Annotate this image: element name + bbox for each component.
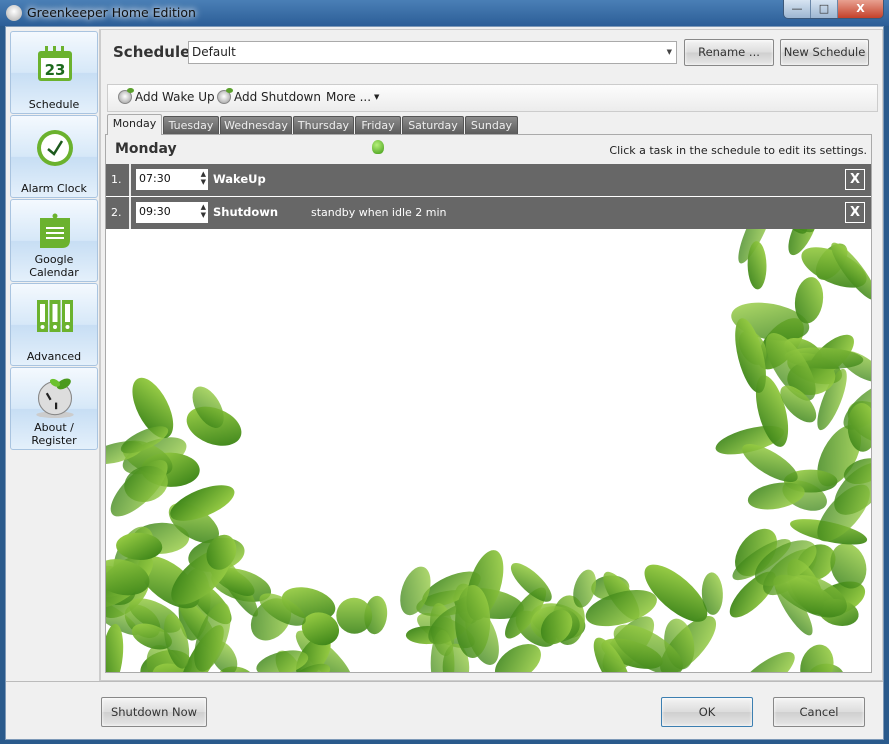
sidebar-item-schedule[interactable]: 23 Schedule (10, 31, 98, 114)
chevron-down-icon: ▼ (374, 93, 380, 101)
clock-icon (37, 130, 73, 166)
tab-monday[interactable]: Monday (107, 114, 162, 135)
sidebar-label: Schedule (28, 98, 80, 111)
new-schedule-button[interactable]: New Schedule (780, 39, 869, 66)
hint-text: Click a task in the schedule to edit its… (609, 144, 867, 157)
task-row[interactable]: 2. 09:30 ▲ ▼ Shutdown standby when idle 2 … (106, 197, 871, 229)
more-label: More ... (326, 90, 372, 104)
tab-thursday[interactable]: Thursday (293, 116, 354, 134)
tab-friday[interactable]: Friday (355, 116, 401, 134)
sidebar-item-alarm-clock[interactable]: Alarm Clock (10, 115, 98, 198)
task-row[interactable]: 1. 07:30 ▲ ▼ WakeUp X (106, 164, 871, 196)
sidebar: 23 Schedule Alarm Clock Google Calendar … (8, 29, 100, 681)
clock-icon (217, 88, 233, 104)
leaf (830, 543, 867, 589)
sidebar-label: Alarm Clock (21, 182, 87, 195)
tab-saturday[interactable]: Saturday (402, 116, 464, 134)
time-value: 09:30 (139, 205, 171, 218)
title-bar: Greenkeeper Home Edition — □ X (0, 0, 889, 26)
add-shutdown-button[interactable]: Add Shutdown (217, 88, 321, 104)
cancel-button[interactable]: Cancel (773, 697, 865, 727)
leaf (455, 584, 491, 658)
power-plug-icon (36, 378, 74, 418)
add-wakeup-label: Add Wake Up (135, 90, 215, 104)
spinner-icon[interactable]: ▲ ▼ (201, 203, 206, 219)
day-heading: Monday (115, 141, 177, 157)
leaf (800, 644, 834, 672)
schedule-label: Schedule (113, 43, 191, 61)
sidebar-item-advanced[interactable]: Advanced (10, 283, 98, 366)
maximize-button[interactable]: □ (811, 0, 838, 18)
sidebar-label: About / Register (31, 421, 77, 447)
remove-task-button[interactable]: X (845, 169, 865, 190)
ok-button[interactable]: OK (661, 697, 753, 727)
leaves-background (106, 200, 871, 672)
task-name: Shutdown (213, 205, 279, 219)
more-button[interactable]: More ... ▼ (326, 90, 379, 104)
tab-wednesday[interactable]: Wednesday (220, 116, 292, 134)
tab-tuesday[interactable]: Tuesday (163, 116, 219, 134)
time-value: 07:30 (139, 172, 171, 185)
minimize-button[interactable]: — (784, 0, 811, 18)
calendar-icon: 23 (38, 46, 72, 81)
sidebar-label: Advanced (26, 350, 82, 363)
app-icon (6, 5, 22, 21)
binders-icon (37, 300, 73, 332)
schedule-select[interactable]: Default ▼ (188, 41, 677, 64)
schedule-select-value: Default (192, 45, 236, 59)
client-area: 23 Schedule Alarm Clock Google Calendar … (5, 26, 884, 740)
remove-task-button[interactable]: X (845, 202, 865, 223)
row-number: 2. (106, 197, 131, 229)
task-name: WakeUp (213, 172, 266, 186)
add-wakeup-button[interactable]: Add Wake Up (118, 88, 215, 104)
leaf (747, 241, 767, 290)
lightbulb-icon (372, 140, 384, 154)
window-title: Greenkeeper Home Edition (27, 5, 196, 20)
task-detail: standby when idle 2 min (311, 206, 447, 219)
schedule-panel: Monday Click a task in the schedule to e… (105, 134, 872, 673)
time-input[interactable]: 09:30 ▲ ▼ (136, 202, 208, 223)
row-number: 1. (106, 164, 131, 196)
add-shutdown-label: Add Shutdown (234, 90, 321, 104)
rename-button[interactable]: Rename ... (684, 39, 774, 66)
toolbar: Add Wake Up Add Shutdown More ... ▼ (107, 84, 878, 112)
sidebar-label: Google Calendar (29, 253, 79, 279)
close-button[interactable]: X (838, 0, 883, 18)
main-panel: Schedule Default ▼ Rename ... New Schedul… (100, 29, 883, 681)
sidebar-item-google-calendar[interactable]: Google Calendar (10, 199, 98, 282)
leaf (734, 652, 795, 672)
time-input[interactable]: 07:30 ▲ ▼ (136, 169, 208, 190)
panel-header: Monday Click a task in the schedule to e… (106, 135, 871, 164)
note-icon (40, 213, 70, 248)
sidebar-item-about-register[interactable]: About / Register (10, 367, 98, 450)
chevron-down-icon: ▼ (666, 48, 672, 56)
clock-icon (118, 88, 134, 104)
tab-sunday[interactable]: Sunday (465, 116, 518, 134)
spinner-icon[interactable]: ▲ ▼ (201, 170, 206, 186)
calendar-day: 23 (45, 61, 66, 79)
shutdown-now-button[interactable]: Shutdown Now (101, 697, 207, 727)
footer-divider (6, 681, 883, 682)
